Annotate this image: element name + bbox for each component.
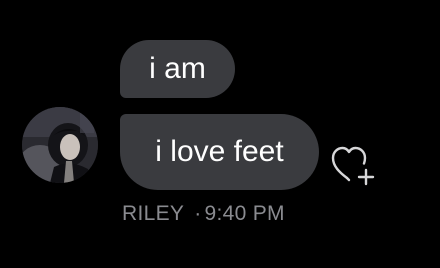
message-bubble[interactable]: i am (120, 40, 235, 98)
message-thread: i am i love feet RILEY · 9:40 PM (0, 0, 440, 268)
message-bubble[interactable]: i love feet (120, 114, 319, 190)
message-text: i am (149, 52, 206, 85)
sender-name: RILEY (122, 202, 185, 225)
heart-plus-icon[interactable] (331, 145, 379, 187)
avatar-photo (22, 107, 98, 183)
message-text: i love feet (155, 135, 284, 168)
avatar[interactable] (22, 107, 98, 183)
message-meta: RILEY · 9:40 PM (122, 202, 285, 226)
timestamp: 9:40 PM (204, 202, 285, 225)
meta-separator: · (194, 202, 202, 225)
